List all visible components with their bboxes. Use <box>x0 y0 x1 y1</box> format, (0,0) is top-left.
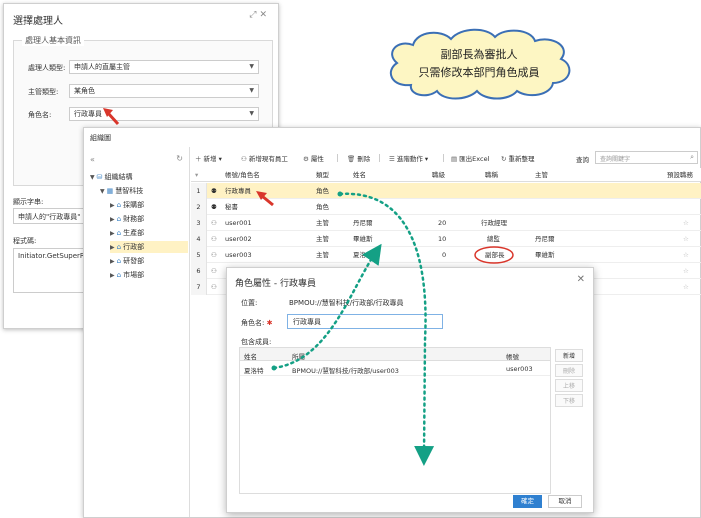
highlight-circle <box>474 246 514 264</box>
red-arrow-icon <box>103 108 120 126</box>
link-dot <box>337 191 343 197</box>
dotted-link-arrow <box>338 192 435 466</box>
red-arrow-icon <box>256 191 274 207</box>
dotted-link-arrow <box>272 243 382 370</box>
link-dot <box>271 365 277 371</box>
annotation-overlay <box>103 108 514 466</box>
